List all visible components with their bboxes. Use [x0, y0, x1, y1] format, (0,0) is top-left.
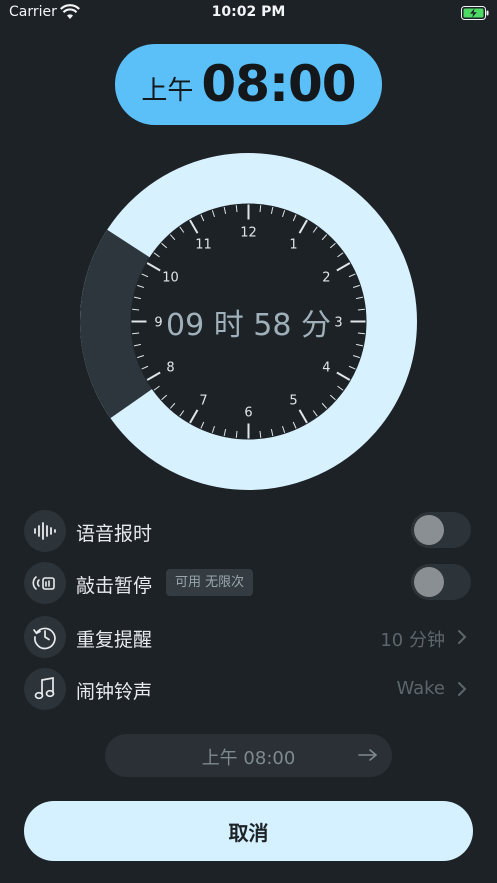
tap-pause-toggle[interactable]	[411, 564, 471, 600]
voice-announce-label: 语音报时	[76, 523, 153, 545]
repeat-reminder-row[interactable]: 重复提醒 10 分钟	[24, 616, 473, 658]
ringtone-row[interactable]: 闹钟铃声 Wake	[24, 668, 473, 710]
chevron-right-icon	[458, 682, 467, 696]
remaining-time: 09 时 58 分	[166, 308, 331, 343]
tap-pause-row: 敲击暂停 可用 无限次	[24, 562, 473, 604]
tap-pause-label: 敲击暂停	[76, 575, 153, 597]
dial-number: 10	[162, 271, 179, 286]
dial-number: 4	[322, 361, 330, 376]
repeat-reminder-value: 10 分钟	[380, 630, 445, 651]
cancel-button[interactable]: 取消	[24, 801, 473, 861]
waveform-icon	[24, 510, 66, 552]
status-time: 10:02 PM	[211, 4, 286, 20]
dial-number: 12	[240, 226, 257, 241]
arrow-right-icon	[358, 749, 378, 761]
ringtone-value: Wake	[396, 678, 445, 699]
ringtone-label: 闹钟铃声	[76, 681, 153, 703]
chevron-right-icon	[458, 630, 467, 644]
toggle-knob	[414, 515, 444, 545]
voice-announce-toggle[interactable]	[411, 512, 471, 548]
music-note-icon	[24, 668, 66, 710]
battery-charging-icon	[461, 6, 489, 20]
dial-number: 5	[289, 393, 297, 408]
dial-number: 1	[289, 238, 297, 253]
status-bar: Carrier 10:02 PM	[0, 0, 497, 26]
repeat-reminder-label: 重复提醒	[76, 629, 153, 651]
clock-repeat-icon	[24, 616, 66, 658]
dial-number: 6	[244, 406, 252, 421]
dial-number: 2	[322, 271, 330, 286]
toggle-knob	[414, 567, 444, 597]
voice-announce-row: 语音报时	[24, 510, 473, 552]
alarm-time-display[interactable]: 上午 08:00	[115, 44, 382, 125]
alarm-ampm: 上午	[141, 76, 194, 106]
tap-icon	[24, 562, 66, 604]
next-alarm-bar[interactable]: 上午 08:00	[105, 734, 392, 777]
alarm-time: 08:00	[201, 55, 356, 113]
dial-number: 11	[195, 238, 212, 253]
dial-number: 8	[166, 361, 174, 376]
tap-pause-badge: 可用 无限次	[166, 569, 254, 596]
dial-number: 7	[199, 393, 207, 408]
next-alarm-time: 上午 08:00	[201, 748, 296, 769]
